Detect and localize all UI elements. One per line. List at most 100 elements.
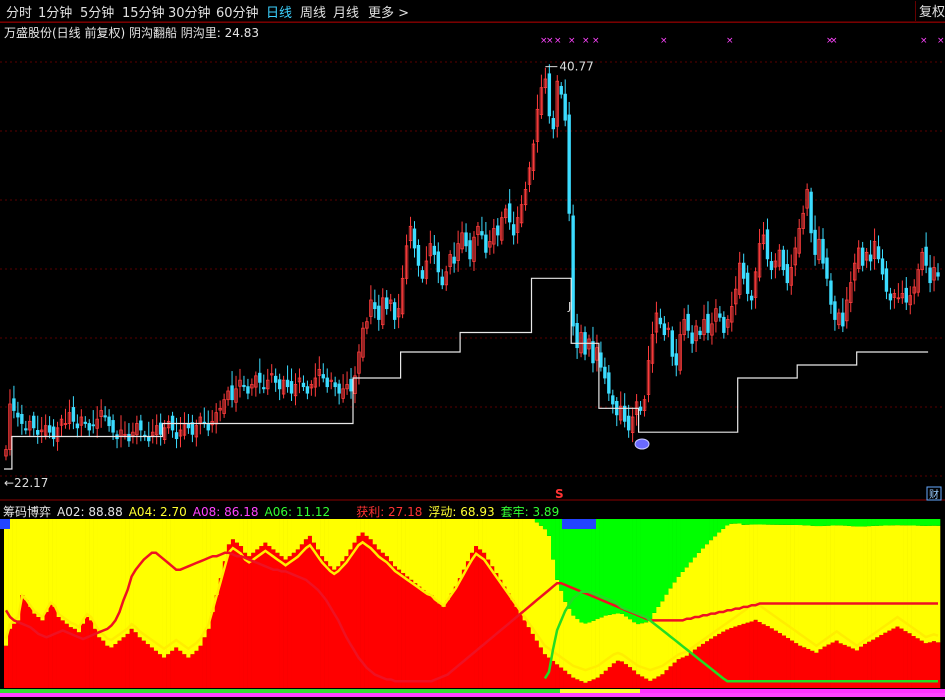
float-bar [307, 519, 313, 536]
float-bar [777, 524, 783, 634]
profit-bar [660, 674, 665, 688]
profit-bar [907, 633, 912, 688]
float-bar [141, 519, 147, 641]
profit-bar [717, 633, 722, 688]
candle-body [258, 372, 262, 383]
candle-body [377, 305, 381, 320]
float-bar [709, 540, 714, 639]
kline-app: { "toolbar": { "tabs": [ {"label": "分时",… [0, 0, 945, 700]
float-bar [283, 519, 288, 560]
profit-bar [453, 586, 459, 688]
float-bar [927, 525, 933, 643]
profit-bar [628, 667, 633, 688]
candle-body [626, 415, 631, 431]
float-bar [449, 519, 455, 594]
profit-bar [769, 628, 775, 688]
profit-bar [563, 670, 568, 688]
profit-bar [392, 566, 398, 688]
trapped-bar [830, 519, 835, 526]
profit-bar [380, 552, 386, 688]
float-bar [737, 523, 742, 626]
trapped-bar [863, 519, 868, 527]
trapped-bar [640, 519, 645, 624]
profit-bar [89, 620, 94, 688]
signal-mark: × [592, 36, 600, 46]
trapped-bar [834, 519, 840, 526]
candle-body [75, 423, 80, 429]
trapped-bar [806, 519, 811, 526]
profit-bar [336, 566, 341, 688]
candle-body [567, 114, 571, 214]
float-bar [838, 525, 844, 644]
float-bar [421, 519, 426, 590]
float-bar [311, 519, 317, 543]
profit-bar [182, 654, 187, 688]
profit-bar [234, 542, 240, 688]
float-bar [153, 519, 159, 651]
profit-bar [733, 626, 738, 688]
profit-bar [607, 667, 613, 688]
profit-bar [506, 593, 511, 688]
candle-body [809, 191, 813, 234]
float-bar [672, 582, 677, 663]
candle-body [924, 246, 928, 266]
candle-body [174, 432, 179, 440]
float-bar [858, 526, 864, 647]
float-bar [182, 519, 187, 655]
trapped-bar [623, 519, 629, 617]
candle-body [262, 387, 266, 390]
profit-bar [490, 566, 495, 688]
profit-bar [619, 661, 625, 688]
candle-body [190, 422, 195, 435]
candle-body [928, 267, 932, 284]
candle-body [416, 244, 421, 266]
candle-body [432, 245, 437, 255]
support-line [4, 277, 929, 470]
float-bar [117, 519, 122, 641]
profit-bar [644, 678, 649, 688]
float-bar [478, 519, 483, 550]
trapped-bar [854, 519, 860, 527]
profit-bar [502, 586, 507, 688]
trapped-bar [838, 519, 844, 526]
trapped-bar [899, 519, 904, 526]
float-bar [320, 519, 325, 557]
candle-body [392, 302, 397, 320]
profit-bar [113, 644, 118, 688]
float-bar [222, 519, 228, 562]
profit-bar [753, 619, 758, 688]
float-bar [518, 519, 523, 614]
profit-bar [32, 613, 37, 688]
float-bar [486, 519, 491, 560]
profit-bar [518, 613, 523, 688]
trapped-bar [587, 519, 592, 623]
candle-body [511, 224, 516, 236]
trapped-bar [534, 519, 540, 523]
profit-bar [397, 569, 402, 688]
trapped-bar [794, 519, 799, 525]
profit-bar [105, 645, 110, 688]
candle-body [781, 249, 786, 271]
profit-bar [178, 650, 183, 688]
trapped-bar [773, 519, 779, 525]
trapped-bar [935, 519, 941, 526]
float-bar [218, 519, 224, 579]
candle-body [507, 203, 512, 223]
trapped-bar [563, 519, 568, 602]
trapped-bar [583, 519, 588, 624]
candle-body [242, 384, 246, 388]
profit-bar [887, 630, 892, 688]
float-bar [806, 525, 811, 649]
profit-bar [299, 544, 305, 688]
candle-body [821, 238, 825, 264]
trapped-bar [546, 519, 552, 536]
trapped-bar [688, 519, 694, 563]
candle-body [24, 428, 28, 431]
trapped-bar [858, 519, 864, 527]
float-bar [194, 519, 199, 651]
profit-bar [465, 561, 471, 688]
profit-bar [672, 662, 677, 688]
profit-bar [239, 546, 244, 688]
float-bar [875, 525, 880, 638]
profit-bar [259, 546, 264, 688]
